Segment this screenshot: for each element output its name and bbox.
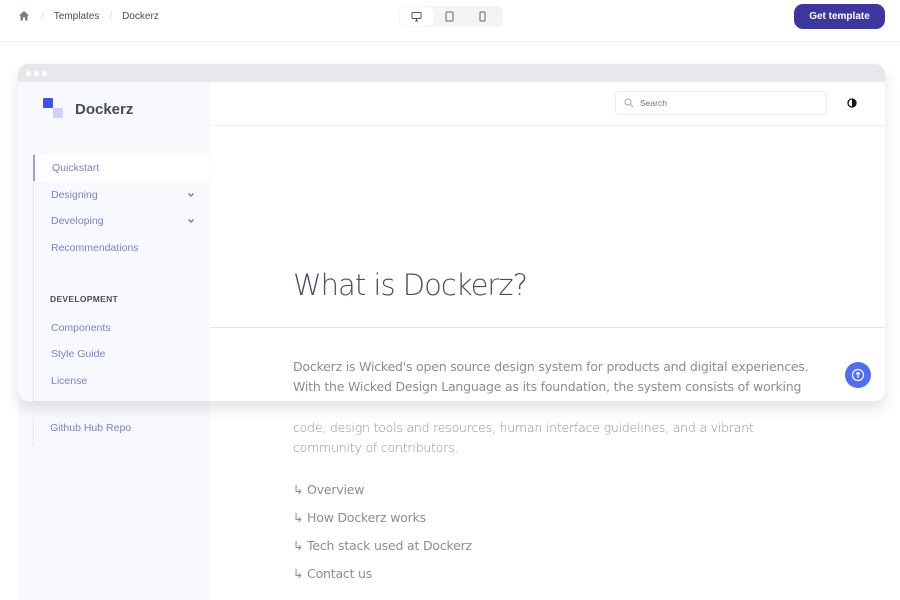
breadcrumb: / Templates / Dockerz: [18, 10, 169, 22]
title-divider: [210, 327, 885, 328]
nav-item-quickstart[interactable]: Quickstart: [33, 155, 209, 181]
theme-toggle-icon[interactable]: [847, 98, 857, 108]
device-switcher: [399, 6, 503, 27]
intro-paragraph-continued: code, design tools and resources, human …: [293, 418, 754, 458]
window-dot: [42, 70, 47, 76]
chevron-down-icon: [188, 219, 194, 223]
home-icon[interactable]: [18, 10, 30, 22]
intro-line: With the Wicked Design Language as its f…: [293, 379, 802, 394]
page-title: What is Dockerz?: [293, 268, 528, 302]
browser-preview-frame: Dockerz Quickstart Designing Developing …: [18, 64, 885, 401]
mobile-view-button[interactable]: [466, 7, 499, 26]
intro-paragraph: Dockerz is Wicked's open source design s…: [293, 357, 813, 397]
nav-item-label: Components: [51, 322, 111, 334]
nav-item-style-guide[interactable]: Style Guide: [34, 341, 210, 367]
browser-titlebar: [18, 64, 885, 82]
nav-item-recommendations[interactable]: Recommendations: [34, 235, 210, 261]
mobile-icon: [479, 11, 486, 22]
nav-section-heading: DEVELOPMENT: [50, 294, 119, 304]
chevron-down-icon: [188, 193, 194, 197]
docs-sidebar: Dockerz Quickstart Designing Developing …: [18, 82, 210, 401]
docs-header: [210, 82, 885, 126]
window-dot: [26, 70, 31, 76]
intro-line: community of contributors.: [293, 440, 459, 455]
window-dot: [34, 70, 39, 76]
brand-name: Dockerz: [75, 100, 134, 118]
brand-logo[interactable]: Dockerz: [43, 98, 133, 120]
get-template-button[interactable]: Get template: [794, 4, 885, 29]
search-icon: [624, 98, 634, 108]
desktop-icon: [411, 12, 422, 22]
nav-item-developing[interactable]: Developing: [34, 208, 210, 234]
nav-item-license[interactable]: License: [34, 368, 210, 394]
logo-mark-icon: [43, 98, 65, 120]
nav-item-label: Style Guide: [51, 348, 106, 360]
search-box[interactable]: [615, 91, 827, 115]
breadcrumb-separator: /: [109, 10, 113, 22]
nav-item-label: Developing: [51, 215, 104, 227]
breadcrumb-dockerz: Dockerz: [122, 10, 159, 22]
breadcrumb-separator: /: [41, 10, 44, 22]
breadcrumb-templates[interactable]: Templates: [54, 11, 100, 22]
nav-item-label: Quickstart: [52, 162, 100, 174]
tablet-icon: [445, 11, 454, 22]
nav-item-label: License: [51, 375, 88, 387]
nav-item-label: Recommendations: [51, 242, 139, 254]
nav-link-github-repo[interactable]: Github Hub Repo: [50, 422, 131, 434]
toc-link-contact[interactable]: ↳ Contact us: [293, 566, 372, 581]
toc-link-tech-stack[interactable]: ↳ Tech stack used at Dockerz: [293, 538, 472, 553]
tablet-view-button[interactable]: [433, 7, 466, 26]
nav-item-components[interactable]: Components: [34, 315, 210, 341]
scroll-to-top-button[interactable]: [845, 362, 871, 388]
preview-topbar: / Templates / Dockerz Get template: [0, 0, 900, 42]
intro-line: Dockerz is Wicked's open source design s…: [293, 359, 809, 374]
search-input[interactable]: [640, 98, 810, 108]
desktop-view-button[interactable]: [400, 7, 433, 26]
toc-link-overview[interactable]: ↳ Overview: [293, 482, 365, 497]
arrow-up-circle-icon: [851, 368, 865, 382]
nav-rail: [33, 417, 34, 447]
nav-item-designing[interactable]: Designing: [34, 182, 210, 208]
toc-link-how-it-works[interactable]: ↳ How Dockerz works: [293, 510, 426, 525]
intro-line: code, design tools and resources, human …: [293, 420, 754, 435]
nav-item-label: Designing: [51, 189, 98, 201]
